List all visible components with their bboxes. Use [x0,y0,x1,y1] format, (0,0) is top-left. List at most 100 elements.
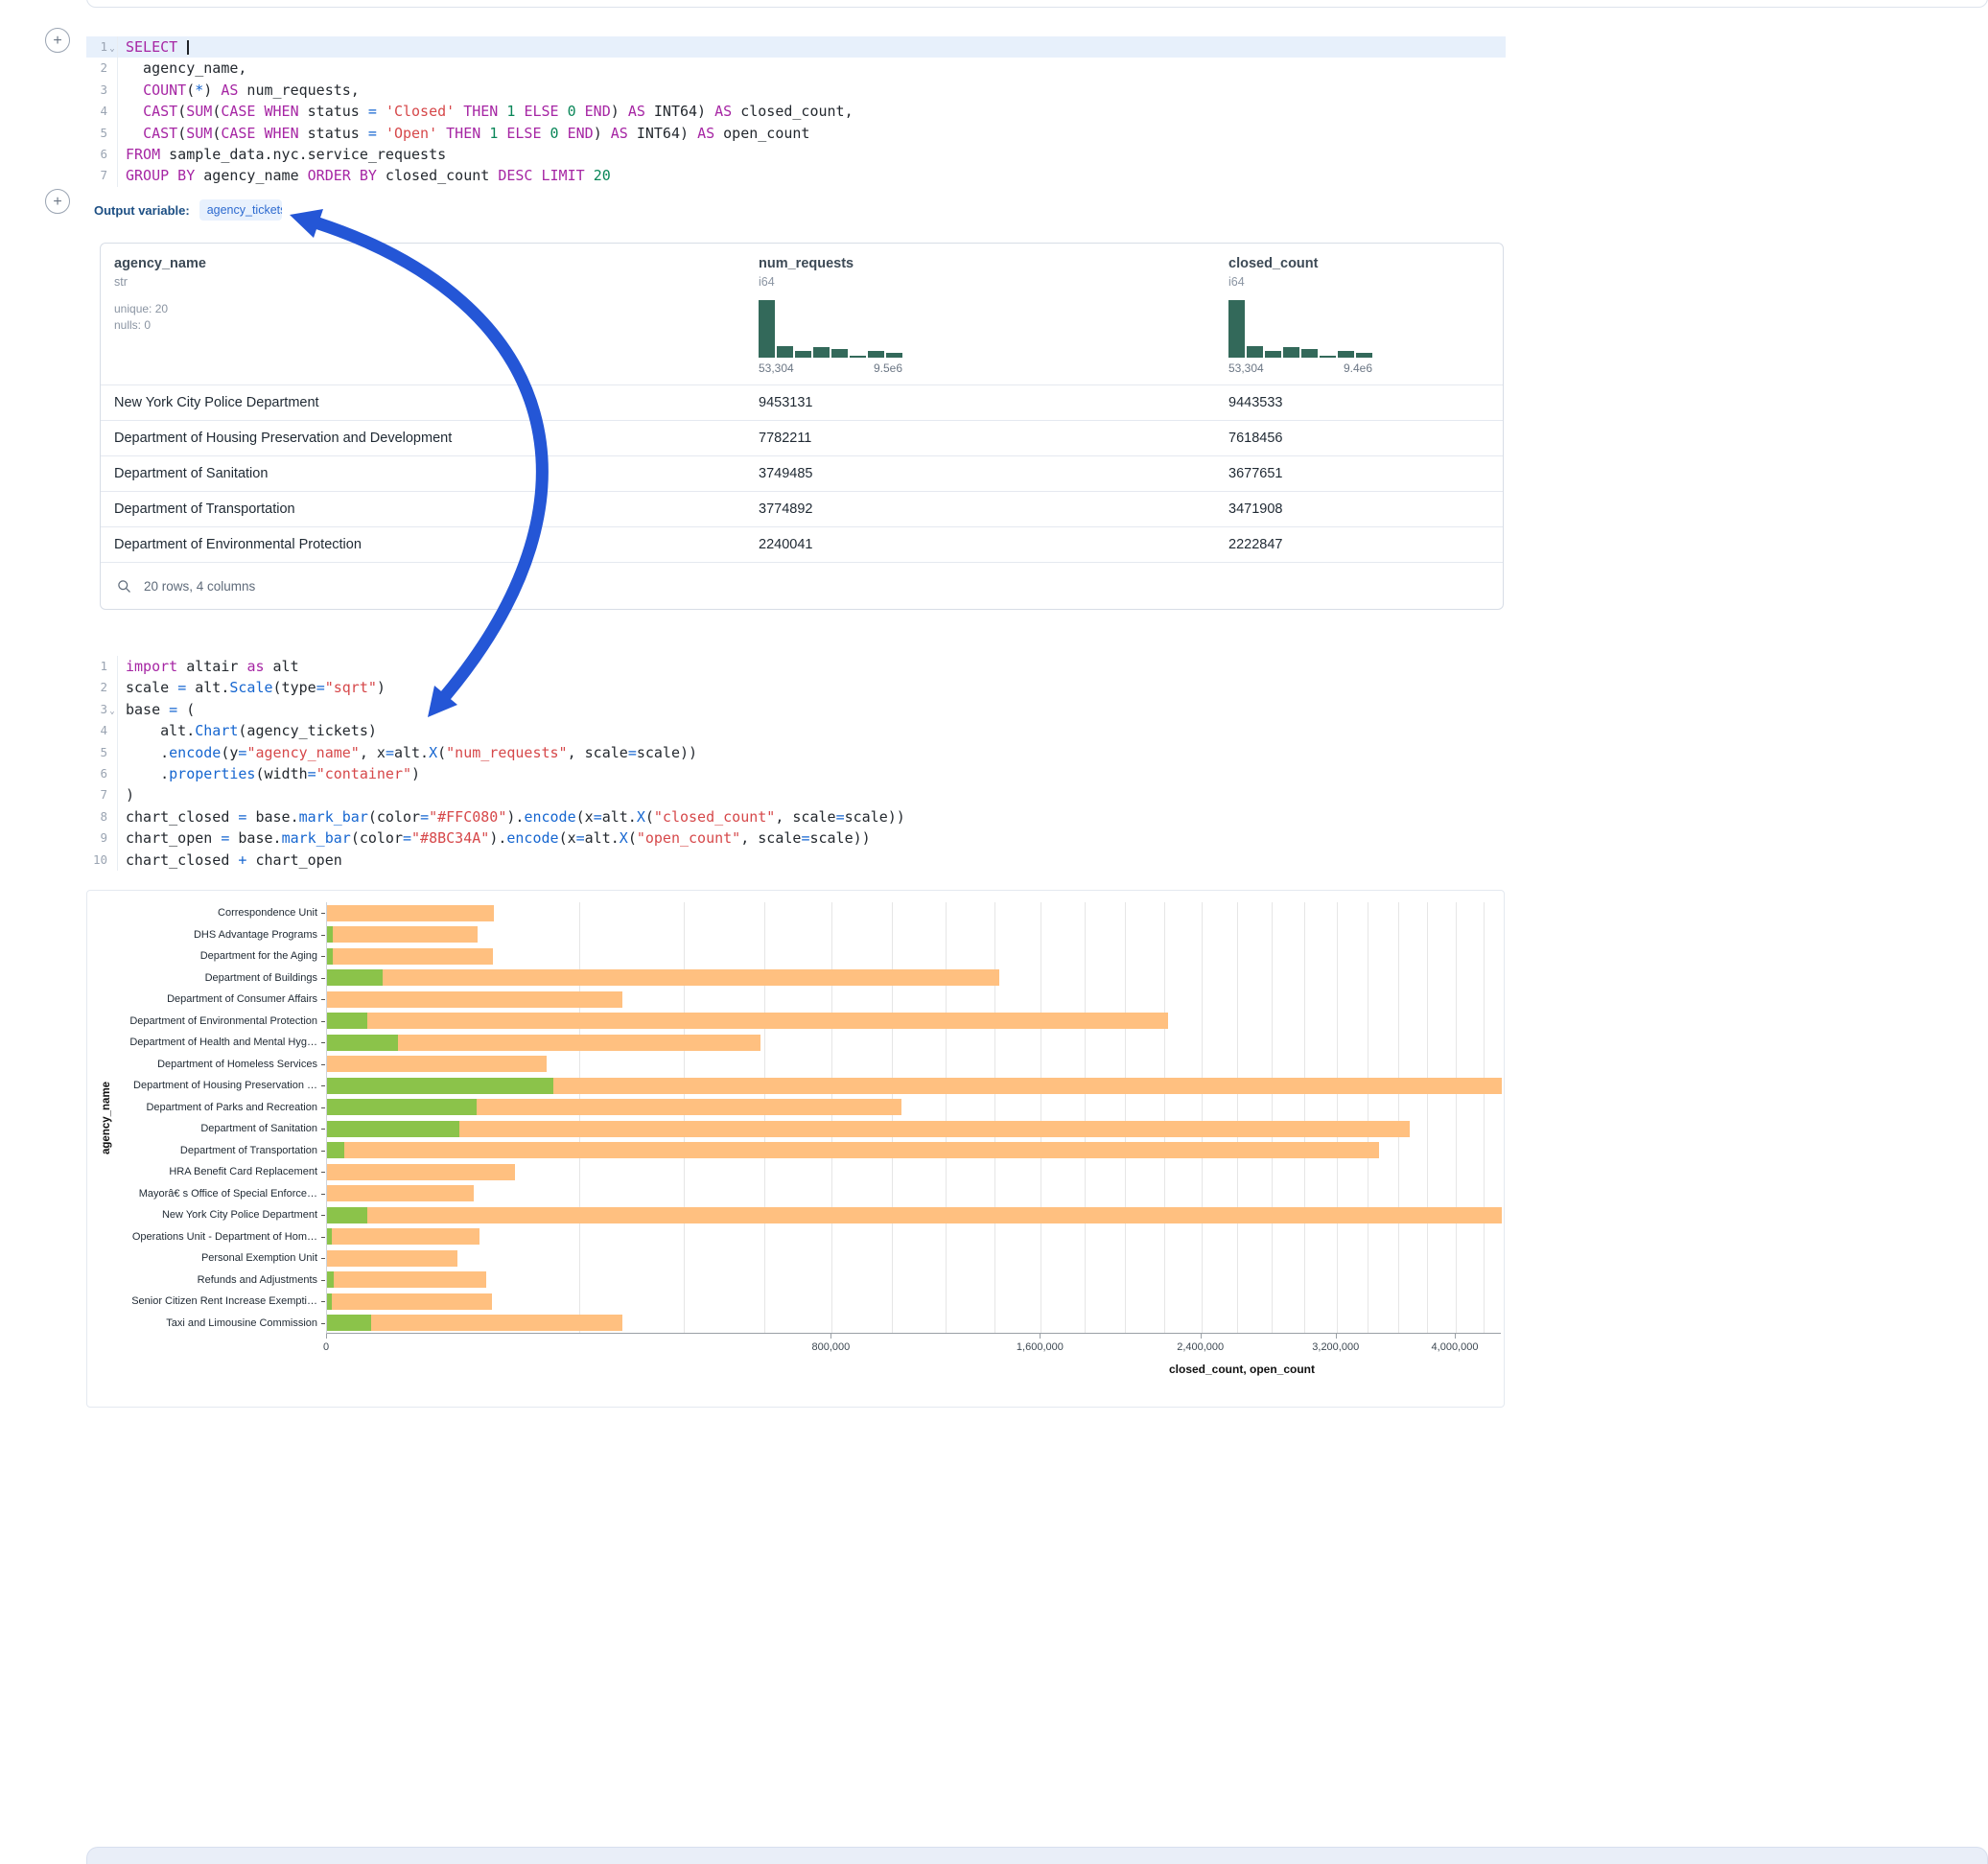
code-token: encode [524,808,575,826]
chevron-spacer [107,806,117,827]
x-axis-label: 800,000 [811,1341,850,1353]
code-token: ). [506,808,524,826]
output-variable-badge[interactable]: agency_tickets [199,199,282,221]
code-token: FROM [126,146,160,163]
code-line[interactable]: 6 .properties(width="container") [86,763,1506,784]
code-token: = [368,125,377,142]
code-line[interactable]: 10 chart_closed + chart_open [86,850,1506,871]
column-name: num_requests [759,256,1228,271]
chevron-spacer [107,827,117,849]
column-header-closed_count[interactable]: closed_counti6453,3049.4e6 [1228,256,1503,375]
y-axis-label: Department of Parks and Recreation [112,1097,317,1119]
table-cell: 3749485 [759,466,1228,481]
code-token [455,103,463,120]
gridline [1398,902,1399,1333]
code-token: THEN [446,125,480,142]
bar-closed-count [327,1185,474,1201]
code-text: chart_closed + chart_open [117,850,342,871]
x-tick-mark [1201,1334,1202,1339]
code-token: status [299,125,368,142]
code-token: mark_bar [282,829,351,847]
python-code-editor[interactable]: 1import altair as alt2scale = alt.Scale(… [86,656,1506,871]
line-number: 10 [86,850,107,871]
code-token: base. [246,808,298,826]
code-token: WHEN [265,125,299,142]
code-line[interactable]: 1⌄SELECT [86,36,1506,58]
search-icon[interactable] [117,579,131,594]
chevron-spacer [107,656,117,677]
bar-closed-count [327,1013,1168,1029]
table-row[interactable]: Department of Transportation377489234719… [101,491,1503,526]
code-text: agency_name, [117,58,246,79]
line-number: 4 [86,101,107,122]
column-header-agency_name[interactable]: agency_namestrunique: 20nulls: 0 [114,256,759,375]
code-line[interactable]: 2scale = alt.Scale(type="sqrt") [86,677,1506,698]
y-tick-mark [321,1258,325,1259]
code-token: chart_closed [126,851,238,869]
code-token [377,125,386,142]
code-token: chart_open [246,851,341,869]
y-tick-mark [321,999,325,1000]
code-line[interactable]: 6FROM sample_data.nyc.service_requests [86,144,1506,165]
add-cell-button-top[interactable]: + [45,28,70,53]
output-variable-label: Output variable: [94,203,190,218]
code-token: num_requests, [238,82,359,99]
code-line[interactable]: 3⌄base = ( [86,699,1506,720]
column-header-num_requests[interactable]: num_requestsi6453,3049.5e6 [759,256,1228,375]
x-tick-mark [830,1334,831,1339]
table-row[interactable]: Department of Sanitation37494853677651 [101,455,1503,491]
gridline [579,902,580,1333]
code-line[interactable]: 2 agency_name, [86,58,1506,79]
code-token: = [177,679,186,696]
code-token: ELSE [506,125,541,142]
gridline [1085,902,1086,1333]
histogram-min: 53,304 [759,361,794,375]
chevron-spacer [107,80,117,101]
code-line[interactable]: 4 alt.Chart(agency_tickets) [86,720,1506,741]
code-line[interactable]: 7) [86,784,1506,805]
code-token: ELSE [524,103,558,120]
code-token: encode [169,744,221,761]
code-token: closed_count, [732,103,853,120]
collapse-chevron-icon[interactable]: ⌄ [107,699,117,720]
code-token: GROUP BY [126,167,195,184]
sql-cell[interactable]: 1⌄SELECT 2 agency_name,3 COUNT(*) AS num… [86,29,1506,187]
code-token: END [568,125,594,142]
code-line[interactable]: 7GROUP BY agency_name ORDER BY closed_co… [86,165,1506,186]
code-line[interactable]: 8chart_closed = base.mark_bar(color="#FF… [86,806,1506,827]
collapse-chevron-icon[interactable]: ⌄ [107,36,117,58]
table-row[interactable]: Department of Environmental Protection22… [101,526,1503,562]
code-line[interactable]: 9chart_open = base.mark_bar(color="#8BC3… [86,827,1506,849]
histogram-bar [1247,346,1263,358]
y-tick-mark [321,935,325,936]
code-text: FROM sample_data.nyc.service_requests [117,144,446,165]
table-row[interactable]: New York City Police Department945313194… [101,384,1503,420]
code-text: GROUP BY agency_name ORDER BY closed_cou… [117,165,611,186]
code-line[interactable]: 3 COUNT(*) AS num_requests, [86,80,1506,101]
code-token [177,38,186,56]
chevron-spacer [107,677,117,698]
code-token [126,125,143,142]
code-token: (width [255,765,307,782]
code-line[interactable]: 4 CAST(SUM(CASE WHEN status = 'Closed' T… [86,101,1506,122]
code-token: import [126,658,177,675]
code-text: import altair as alt [117,656,299,677]
histogram [1228,298,1372,358]
code-line[interactable]: 5 CAST(SUM(CASE WHEN status = 'Open' THE… [86,123,1506,144]
add-cell-button-output[interactable]: + [45,189,70,214]
code-token: alt. [602,808,637,826]
histogram-bar [831,349,848,358]
table-row[interactable]: Department of Housing Preservation and D… [101,420,1503,455]
histogram-bar [850,356,866,358]
chevron-spacer [107,144,117,165]
bar-closed-count [327,1207,1502,1223]
code-line[interactable]: 1import altair as alt [86,656,1506,677]
code-token: (agency_tickets) [238,722,377,739]
code-token: scale)) [637,744,697,761]
sql-code-editor[interactable]: 1⌄SELECT 2 agency_name,3 COUNT(*) AS num… [86,36,1506,187]
code-token: as [246,658,264,675]
code-line[interactable]: 5 .encode(y="agency_name", x=alt.X("num_… [86,742,1506,763]
column-type: i64 [1228,275,1503,289]
table-cell: Department of Housing Preservation and D… [114,431,759,446]
python-cell[interactable]: 1import altair as alt2scale = alt.Scale(… [86,648,1506,871]
